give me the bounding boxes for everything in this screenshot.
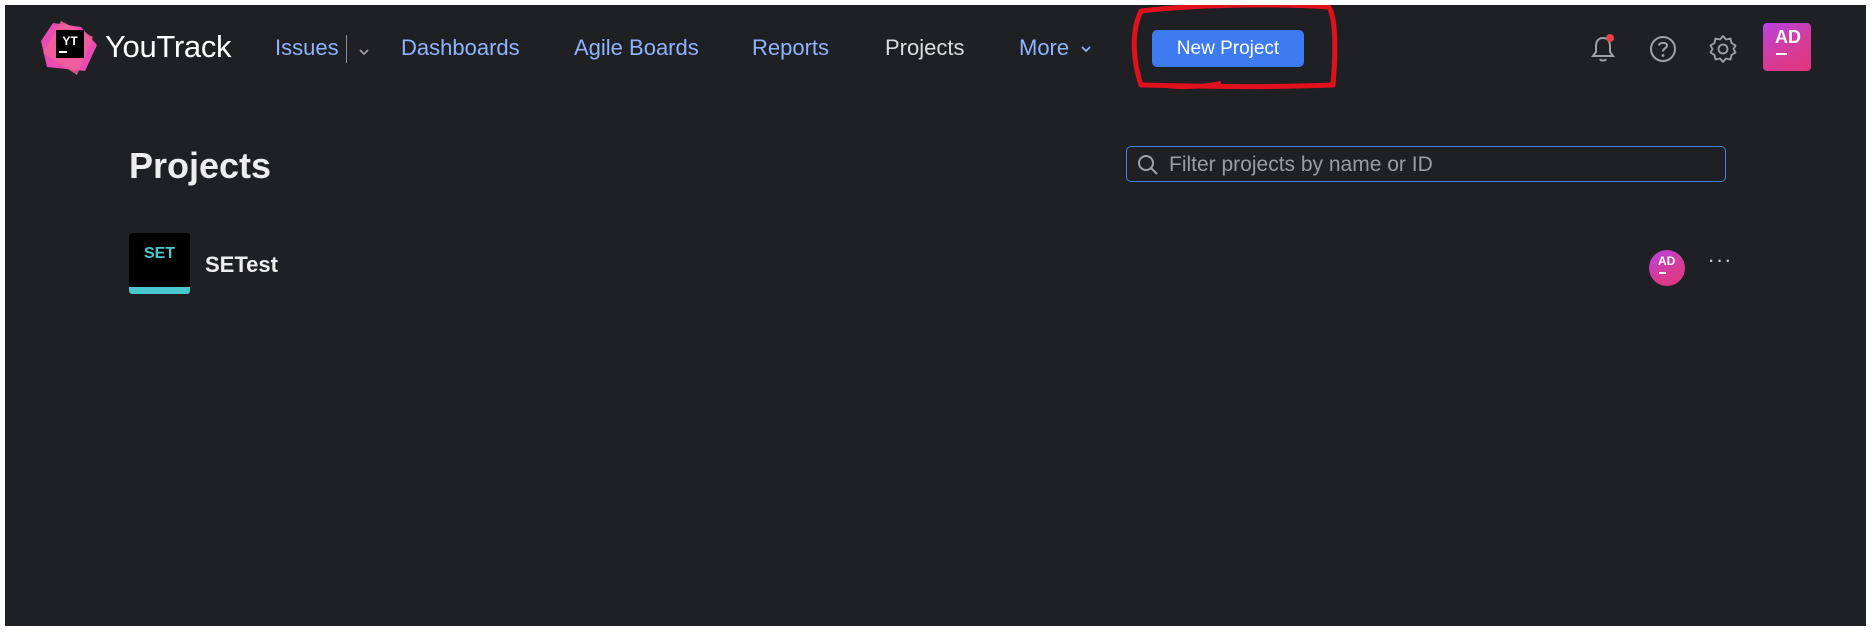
nav-reports[interactable]: Reports	[752, 35, 829, 61]
user-initials: AD	[1775, 27, 1801, 47]
project-abbreviation: SET	[143, 245, 176, 262]
nav-more[interactable]: More	[1019, 35, 1069, 61]
nav-agile-boards[interactable]: Agile Boards	[574, 35, 699, 61]
bell-icon[interactable]	[1587, 33, 1619, 65]
gear-icon[interactable]	[1707, 33, 1739, 65]
search-icon	[1138, 155, 1158, 175]
user-avatar[interactable]: AD	[1763, 23, 1811, 71]
app-window: YT YouTrack Issues Dashboards Agile Boar…	[5, 5, 1866, 626]
project-leader-avatar[interactable]: AD	[1649, 250, 1685, 286]
project-logo[interactable]: SET	[129, 233, 190, 294]
nav-issues[interactable]: Issues	[275, 35, 339, 61]
project-actions-menu-icon[interactable]: ···	[1705, 247, 1735, 277]
notification-dot	[1606, 34, 1614, 42]
project-row[interactable]: SET SETest AD ···	[129, 233, 1731, 297]
page-title: Projects	[129, 145, 272, 186]
youtrack-logo-icon[interactable]: YT	[41, 21, 99, 75]
leader-initials: AD	[1658, 254, 1676, 268]
brand-name[interactable]: YouTrack	[105, 29, 232, 65]
nav-projects[interactable]: Projects	[885, 35, 964, 61]
top-navigation-bar: YT YouTrack Issues Dashboards Agile Boar…	[5, 5, 1866, 91]
project-name[interactable]: SETest	[205, 252, 278, 278]
help-icon[interactable]	[1647, 33, 1679, 65]
logo-text: YT	[62, 34, 78, 48]
new-project-button[interactable]: New Project	[1152, 30, 1304, 67]
issues-chevron-down-icon[interactable]	[357, 45, 371, 59]
nav-dashboards[interactable]: Dashboards	[401, 35, 520, 61]
search-input[interactable]	[1167, 147, 1711, 182]
more-chevron-down-icon[interactable]	[1079, 42, 1093, 56]
nav-separator	[346, 35, 347, 63]
project-filter-field[interactable]	[1126, 146, 1726, 182]
